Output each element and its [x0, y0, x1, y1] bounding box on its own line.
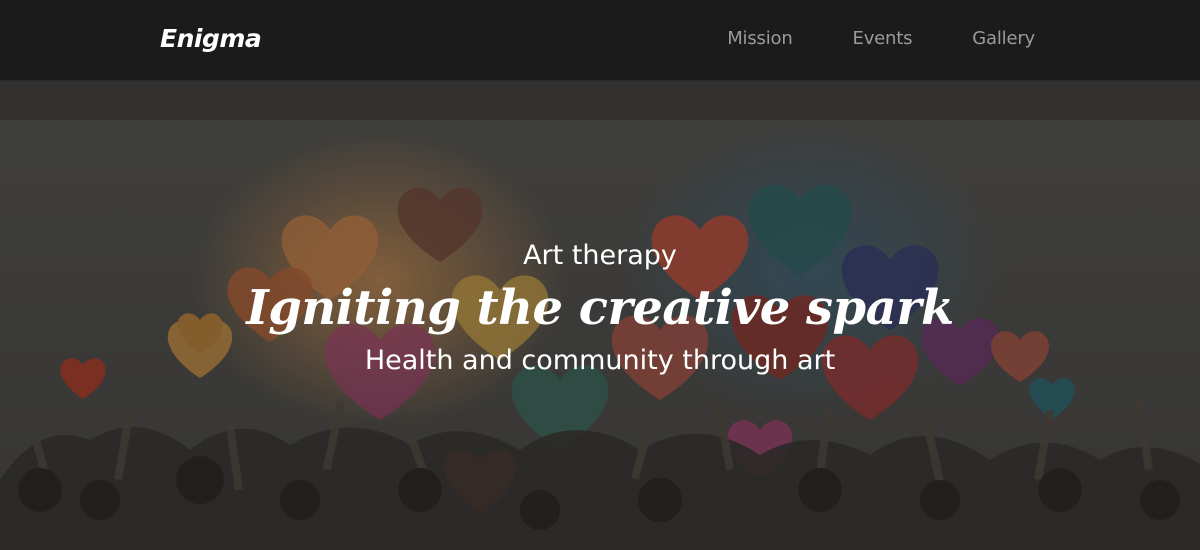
navbar: Enigma Mission Events Gallery — [0, 0, 1200, 81]
brand-logo[interactable]: Enigma — [160, 24, 262, 53]
hero-section: Art therapy Igniting the creative spark … — [0, 80, 1200, 550]
nav-link-mission[interactable]: Mission — [727, 28, 793, 49]
nav-link-events[interactable]: Events — [853, 28, 913, 49]
hero-subtitle: Health and community through art — [364, 345, 836, 376]
hero-eyebrow: Art therapy — [523, 240, 677, 271]
main-nav: Mission Events Gallery — [727, 28, 1035, 49]
hero-title: Igniting the creative spark — [246, 280, 954, 336]
nav-link-gallery[interactable]: Gallery — [972, 28, 1035, 49]
hero-text-block: Art therapy Igniting the creative spark … — [0, 80, 1200, 550]
